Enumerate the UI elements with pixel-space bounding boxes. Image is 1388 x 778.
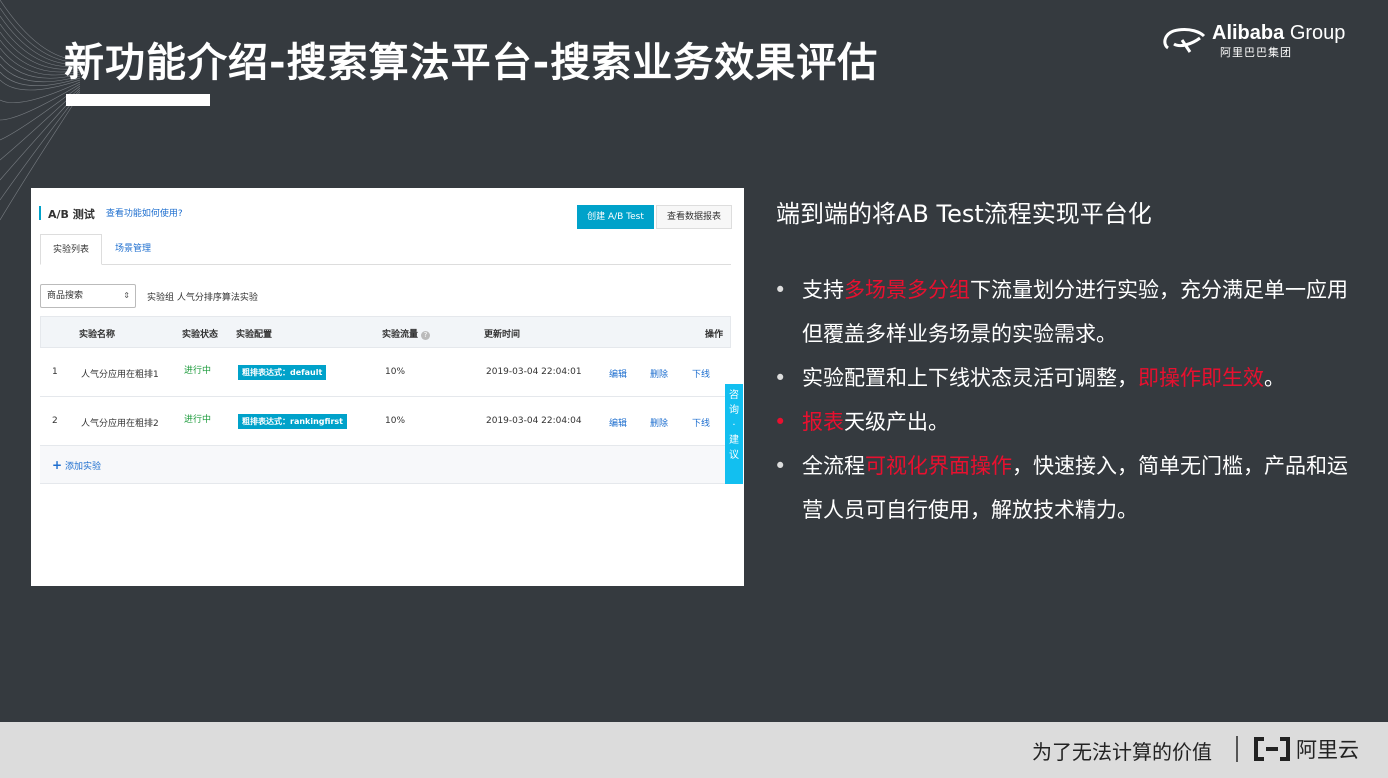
col-updated-header: 更新时间	[484, 330, 521, 340]
consult-char: 建	[729, 435, 739, 446]
col-status-header: 实验状态	[182, 330, 219, 340]
scene-select-value: 商品搜索	[47, 291, 84, 301]
footer-slogan: 为了无法计算的价值	[1032, 740, 1212, 764]
row-traffic: 10%	[385, 416, 406, 426]
view-report-button[interactable]: 查看数据报表	[656, 205, 732, 229]
experiment-group-label: 实验组 人气分排序算法实验	[147, 293, 258, 303]
delete-link[interactable]: 删除	[650, 367, 668, 380]
table-row: 1 人气分应用在粗排1 进行中 粗排表达式：default 10% 2019-0…	[40, 348, 731, 397]
edit-link[interactable]: 编辑	[609, 416, 627, 429]
table-header: 实验名称 实验状态 实验配置 实验流量? 更新时间 操作	[40, 316, 731, 348]
offline-link[interactable]: 下线	[692, 367, 710, 380]
tab-experiment-list[interactable]: 实验列表	[40, 234, 102, 265]
row-name: 人气分应用在粗排2	[81, 419, 159, 429]
col-traffic-label: 实验流量	[382, 330, 419, 340]
bullet-icon: •	[774, 410, 787, 434]
delete-link[interactable]: 删除	[650, 416, 668, 429]
aliyun-name: 阿里云	[1296, 738, 1359, 762]
status-badge: 进行中	[184, 415, 212, 425]
row-traffic: 10%	[385, 367, 406, 377]
config-tag: 粗排表达式：rankingfirst	[238, 414, 347, 429]
add-experiment-row[interactable]: + 添加实验	[40, 446, 731, 484]
add-experiment-button[interactable]: + 添加实验	[52, 458, 101, 472]
info-icon[interactable]: ?	[421, 331, 431, 340]
col-ops-header: 操作	[705, 330, 724, 340]
col-name-header: 实验名称	[79, 330, 116, 340]
brand-sub: 阿里巴巴集团	[1220, 46, 1292, 59]
title-underline	[66, 94, 210, 106]
consult-char: 议	[729, 450, 739, 461]
panel-title: A/B 测试	[48, 208, 95, 221]
feature-highlight: 可视化界面操作	[865, 454, 1012, 478]
consult-suggest-tab[interactable]: 咨 询 · 建 议	[725, 384, 743, 484]
consult-char: 咨	[729, 390, 739, 401]
table-row: 2 人气分应用在粗排2 进行中 粗排表达式：rankingfirst 10% 2…	[40, 397, 731, 446]
feature-text: 全流程	[802, 454, 865, 478]
scene-select[interactable]: 商品搜索 ⇕	[40, 284, 136, 308]
edit-link[interactable]: 编辑	[609, 367, 627, 380]
tab-bar: 实验列表 场景管理	[40, 234, 731, 265]
feature-highlight: 多场景多分组	[844, 278, 970, 302]
subhead: 端到端的将AB Test流程实现平台化	[776, 200, 1152, 228]
feature-text: 实验配置和上下线状态灵活可调整，	[802, 366, 1138, 390]
row-index: 2	[52, 416, 58, 426]
col-traffic-header: 实验流量?	[382, 327, 431, 340]
col-config-header: 实验配置	[236, 330, 273, 340]
feature-highlight: 报表	[802, 410, 844, 434]
aliyun-bracket-icon	[1254, 737, 1290, 761]
row-name: 人气分应用在粗排1	[81, 370, 159, 380]
help-link[interactable]: 查看功能如何使用?	[106, 209, 183, 219]
feature-text: 天级产出。	[844, 410, 949, 434]
feature-list: • 支持多场景多分组下流量划分进行实验，充分满足单一应用但覆盖多样业务场景的实验需…	[774, 268, 1364, 532]
feature-item: • 报表天级产出。	[774, 400, 1364, 444]
bullet-icon: •	[774, 366, 787, 390]
brand-name-bold: Alibaba	[1212, 22, 1285, 44]
consult-char: ·	[732, 420, 736, 431]
status-badge: 进行中	[184, 366, 212, 376]
row-updated: 2019-03-04 22:04:04	[486, 416, 582, 426]
feature-item: • 实验配置和上下线状态灵活可调整，即操作即生效。	[774, 356, 1364, 400]
footer: 为了无法计算的价值 阿里云	[0, 722, 1388, 778]
alibaba-group-logo: Alibaba Group 阿里巴巴集团	[1160, 20, 1370, 60]
offline-link[interactable]: 下线	[692, 416, 710, 429]
footer-divider	[1236, 736, 1238, 762]
row-updated: 2019-03-04 22:04:01	[486, 367, 582, 377]
feature-text: 。	[1264, 366, 1285, 390]
feature-item: • 全流程可视化界面操作，快速接入，简单无门槛，产品和运营人员可自行使用，解放技术…	[774, 444, 1364, 532]
brand-name: Alibaba Group	[1212, 22, 1345, 45]
add-experiment-label: 添加实验	[64, 462, 101, 472]
feature-item: • 支持多场景多分组下流量划分进行实验，充分满足单一应用但覆盖多样业务场景的实验需…	[774, 268, 1364, 356]
config-tag: 粗排表达式：default	[238, 365, 327, 380]
feature-text: 支持	[802, 278, 844, 302]
slide-title: 新功能介绍-搜索算法平台-搜索业务效果评估	[64, 40, 879, 86]
bullet-icon: •	[774, 454, 787, 478]
ab-test-screenshot: A/B 测试 查看功能如何使用? 创建 A/B Test 查看数据报表 实验列表…	[31, 188, 744, 586]
create-ab-test-button[interactable]: 创建 A/B Test	[577, 205, 654, 229]
bullet-icon: •	[774, 278, 787, 302]
panel-header: A/B 测试 查看功能如何使用?	[39, 206, 183, 221]
tab-scene-management[interactable]: 场景管理	[102, 234, 164, 265]
alibaba-logo-icon	[1163, 28, 1206, 53]
plus-icon: +	[52, 458, 63, 472]
row-index: 1	[52, 367, 58, 377]
feature-highlight: 即操作即生效	[1138, 366, 1264, 390]
brand-name-light: Group	[1289, 22, 1346, 44]
updown-arrow-icon: ⇕	[123, 291, 130, 300]
consult-char: 询	[729, 405, 739, 416]
